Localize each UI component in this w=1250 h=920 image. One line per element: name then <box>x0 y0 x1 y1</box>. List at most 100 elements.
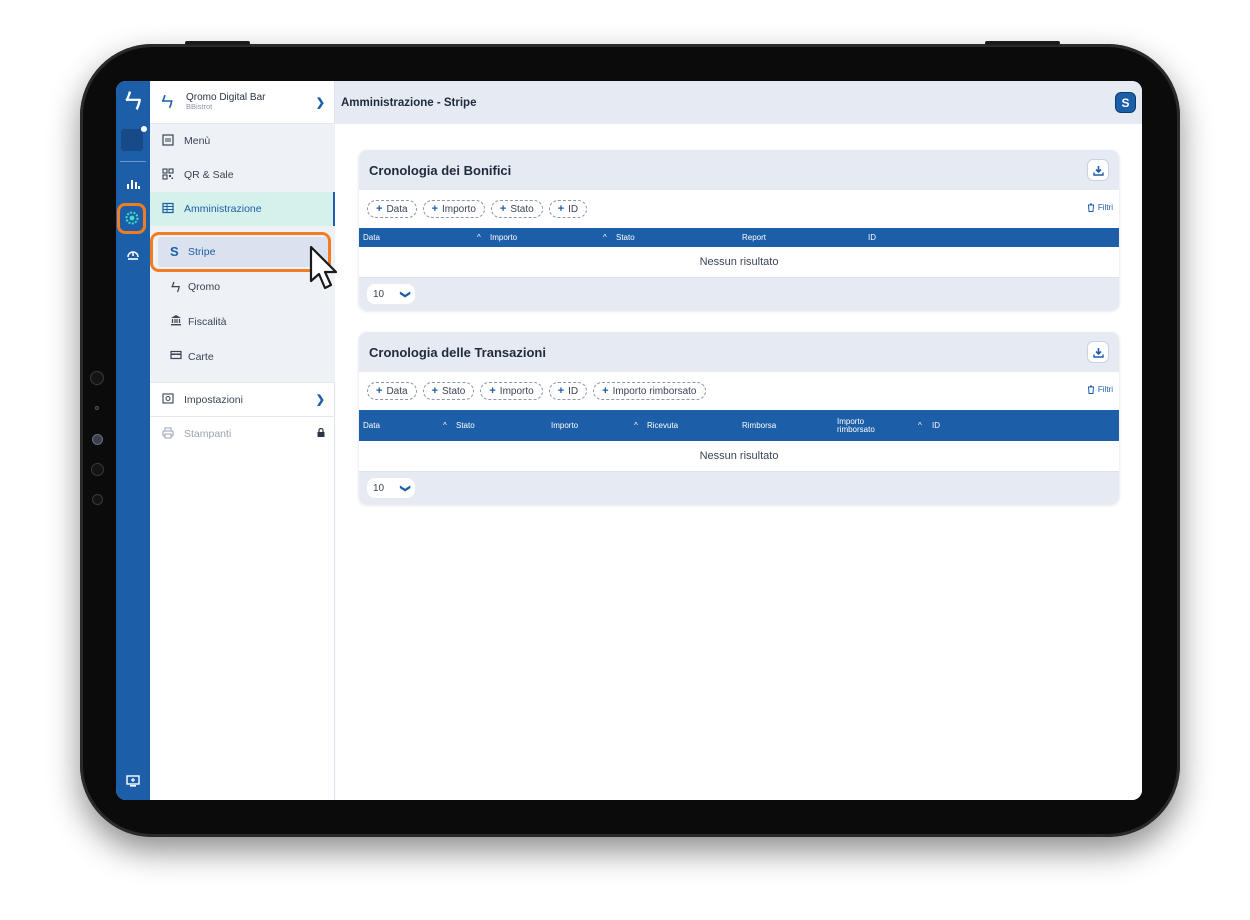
app-screen: ㄣ ㄣ Qromo Digital Bar BBistrot ❯ Menù QR… <box>116 81 1142 800</box>
chevron-down-icon: ❯ <box>399 483 411 493</box>
sort-caret-icon[interactable]: ^ <box>477 228 481 247</box>
clear-filters-button[interactable]: Filtri <box>1087 385 1113 394</box>
column-header-stato[interactable]: Stato <box>616 228 635 247</box>
filtri-label: Filtri <box>1097 385 1113 394</box>
main-content: Cronologia dei Bonifici + Data + Importo +… <box>335 124 1142 800</box>
sort-caret-icon[interactable]: ^ <box>918 410 922 441</box>
sidebar-item-label: Fiscalità <box>188 315 227 328</box>
sidebar: ㄣ Qromo Digital Bar BBistrot ❯ Menù QR &… <box>150 81 335 800</box>
filter-chip-data[interactable]: + Data <box>367 200 417 218</box>
lock-icon <box>317 427 325 440</box>
card-title: Cronologia delle Transazioni <box>369 344 546 360</box>
sidebar-subitem-carte[interactable]: Carte <box>150 339 335 374</box>
card-footer: 10 ❯ <box>359 472 1119 504</box>
table-header: Data ^ Stato Importo ^ Ricevuta Rimborsa… <box>359 410 1119 441</box>
qromo-icon: ㄣ <box>170 281 181 294</box>
integrations-icon[interactable] <box>121 243 145 267</box>
page-size-value: 10 <box>373 288 385 300</box>
filter-chip-id[interactable]: + ID <box>548 382 588 400</box>
sidebar-item-label: Amministrazione <box>184 203 262 215</box>
plus-icon: + <box>431 385 438 397</box>
column-header-ricevuta: Ricevuta <box>647 420 679 430</box>
sidebar-item-stampanti[interactable]: Stampanti <box>150 418 335 450</box>
sidebar-item-qr-sale[interactable]: QR & Sale <box>150 158 335 192</box>
user-avatar[interactable]: S <box>1115 92 1136 113</box>
plus-icon: + <box>489 385 496 397</box>
icon-rail: ㄣ <box>116 81 150 800</box>
sidebar-item-label: Menù <box>184 135 211 147</box>
column-header-data[interactable]: Data <box>363 228 380 247</box>
card-header: Cronologia delle Transazioni <box>359 332 1119 372</box>
admin-icon <box>162 202 184 217</box>
sidebar-item-label: Stampanti <box>184 428 232 440</box>
plus-icon: + <box>557 203 565 215</box>
column-header-importo[interactable]: Importo <box>490 228 517 247</box>
download-button[interactable] <box>1087 341 1109 363</box>
sidebar-item-label: QR & Sale <box>184 169 234 181</box>
workspace-info: Qromo Digital Bar BBistrot <box>186 92 316 111</box>
printer-icon <box>162 427 184 442</box>
filter-chip-stato[interactable]: + Stato <box>490 200 543 218</box>
trash-icon <box>1087 385 1094 394</box>
sort-caret-icon[interactable]: ^ <box>443 410 447 441</box>
bank-icon <box>170 314 188 329</box>
download-icon <box>1092 347 1104 358</box>
sidebar-subitem-fiscalita[interactable]: Fiscalità <box>150 304 335 339</box>
filter-chip-importo-rimborsato[interactable]: + Importo rimborsato <box>593 382 706 400</box>
workspace-selector[interactable]: ㄣ Qromo Digital Bar BBistrot ❯ <box>150 81 335 124</box>
plus-icon: + <box>376 203 383 215</box>
sidebar-item-label: Qromo <box>188 280 221 293</box>
tablet-top-button <box>985 41 1060 45</box>
sort-caret-icon[interactable]: ^ <box>634 410 638 441</box>
mouse-cursor-icon <box>309 245 338 290</box>
camera-ring <box>95 406 99 410</box>
table-header: Data ^ Importo ^ Stato Report ID <box>359 228 1119 247</box>
column-header-importo[interactable]: Importo <box>551 410 578 441</box>
chip-label: Data <box>386 385 408 397</box>
notification-dot <box>140 125 148 133</box>
column-header-report: Report <box>742 232 767 242</box>
filter-chip-stato[interactable]: + Stato <box>422 382 475 400</box>
column-header-data[interactable]: Data <box>363 410 380 441</box>
sort-caret-icon[interactable]: ^ <box>603 228 607 247</box>
filter-chip-importo[interactable]: + Importo <box>480 382 543 400</box>
tablet-top-button <box>185 41 250 45</box>
chip-label: Importo rimborsato <box>612 385 697 397</box>
column-header-importo-rimborsato[interactable]: Importo rimborsato <box>837 410 897 441</box>
filter-bar: + Data + Importo + Stato + ID Filtri <box>359 190 1119 228</box>
qromo-logo-icon: ㄣ <box>160 94 174 110</box>
page-size-value: 10 <box>373 482 385 494</box>
sidebar-item-impostazioni[interactable]: Impostazioni ❯ <box>150 382 335 417</box>
page-size-select[interactable]: 10 ❯ <box>367 478 415 498</box>
bonifici-card: Cronologia dei Bonifici + Data + Importo +… <box>359 150 1119 310</box>
card-footer: 10 ❯ <box>359 278 1119 310</box>
dashboard-icon[interactable] <box>121 125 148 151</box>
monitor-icon[interactable] <box>121 769 145 793</box>
filter-chip-id[interactable]: + ID <box>548 200 588 218</box>
qromo-logo-icon[interactable]: ㄣ <box>121 87 145 113</box>
page-title: Amministrazione - Stripe <box>341 96 477 109</box>
filter-chip-importo[interactable]: + Importo <box>422 200 485 218</box>
chip-label: ID <box>568 385 579 397</box>
stats-icon[interactable] <box>121 171 145 195</box>
clear-filters-button[interactable]: Filtri <box>1087 203 1113 212</box>
settings-icon[interactable] <box>120 206 144 230</box>
menu-book-icon <box>162 133 184 149</box>
sidebar-item-label: Carte <box>188 350 214 363</box>
plus-icon: + <box>602 385 609 397</box>
chip-label: Data <box>386 203 408 215</box>
filtri-label: Filtri <box>1097 203 1113 212</box>
page-size-select[interactable]: 10 ❯ <box>367 284 415 304</box>
sidebar-item-menu[interactable]: Menù <box>150 124 335 158</box>
download-button[interactable] <box>1087 159 1109 181</box>
plus-icon: + <box>376 385 383 397</box>
filter-chip-data[interactable]: + Data <box>367 382 417 400</box>
chip-label: Importo <box>499 385 534 397</box>
page-header: Amministrazione - Stripe S <box>335 81 1142 124</box>
column-header-stato[interactable]: Stato <box>456 410 475 441</box>
card-title: Cronologia dei Bonifici <box>369 162 512 178</box>
camera-ring <box>90 371 104 385</box>
empty-state: Nessun risultato <box>359 441 1119 472</box>
card-icon <box>170 349 188 364</box>
sidebar-item-amministrazione[interactable]: Amministrazione <box>150 192 335 226</box>
